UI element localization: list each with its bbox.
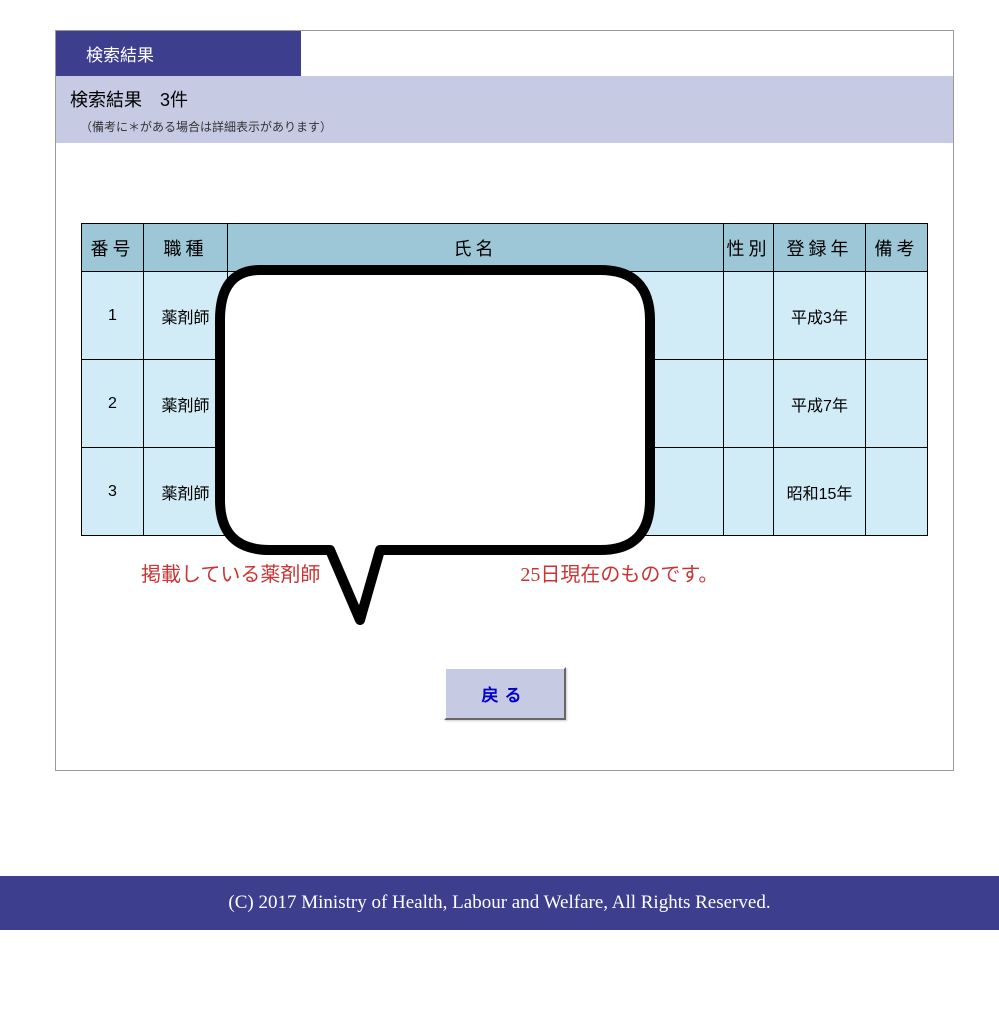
header-sex: 性別: [724, 224, 774, 272]
header-type: 職種: [144, 224, 228, 272]
cell-year: 昭和15年: [774, 448, 866, 536]
table-header-row: 番号 職種 氏名 性別 登録年 備考: [82, 224, 928, 272]
cell-sex: [724, 448, 774, 536]
cell-sex: [724, 360, 774, 448]
cell-year: 平成7年: [774, 360, 866, 448]
tab-header: 検索結果: [56, 31, 301, 76]
cell-name: [228, 272, 724, 360]
table-row: 2 薬剤師 平成7年: [82, 360, 928, 448]
notice-text: 掲載している薬剤師 25日現在のものです。: [141, 558, 928, 587]
cell-remark: [866, 272, 928, 360]
back-button[interactable]: 戻る: [444, 667, 566, 720]
cell-number: 3: [82, 448, 144, 536]
cell-type: 薬剤師: [144, 272, 228, 360]
content-area: 番号 職種 氏名 性別 登録年 備考 1 薬剤師 平成3年: [56, 143, 953, 770]
subheader-note: （備考に＊がある場合は詳細表示があります）: [70, 118, 939, 135]
tab-label: 検索結果: [86, 46, 154, 65]
cell-sex: [724, 272, 774, 360]
table-row: 1 薬剤師 平成3年: [82, 272, 928, 360]
header-name: 氏名: [228, 224, 724, 272]
footer: (C) 2017 Ministry of Health, Labour and …: [0, 876, 999, 930]
copyright-text: (C) 2017 Ministry of Health, Labour and …: [228, 892, 770, 913]
cell-number: 2: [82, 360, 144, 448]
subheader: 検索結果 3件 （備考に＊がある場合は詳細表示があります）: [56, 76, 953, 143]
result-count: 検索結果 3件: [70, 86, 939, 112]
cell-type: 薬剤師: [144, 448, 228, 536]
cell-name: [228, 360, 724, 448]
cell-remark: [866, 360, 928, 448]
cell-number: 1: [82, 272, 144, 360]
header-number: 番号: [82, 224, 144, 272]
cell-remark: [866, 448, 928, 536]
results-panel: 検索結果 検索結果 3件 （備考に＊がある場合は詳細表示があります） 番号 職種…: [55, 30, 954, 771]
header-year: 登録年: [774, 224, 866, 272]
button-container: 戻る: [81, 667, 928, 720]
cell-name: [228, 448, 724, 536]
table-row: 3 薬剤師 昭和15年: [82, 448, 928, 536]
results-table: 番号 職種 氏名 性別 登録年 備考 1 薬剤師 平成3年: [81, 223, 928, 536]
header-remark: 備考: [866, 224, 928, 272]
cell-year: 平成3年: [774, 272, 866, 360]
cell-type: 薬剤師: [144, 360, 228, 448]
